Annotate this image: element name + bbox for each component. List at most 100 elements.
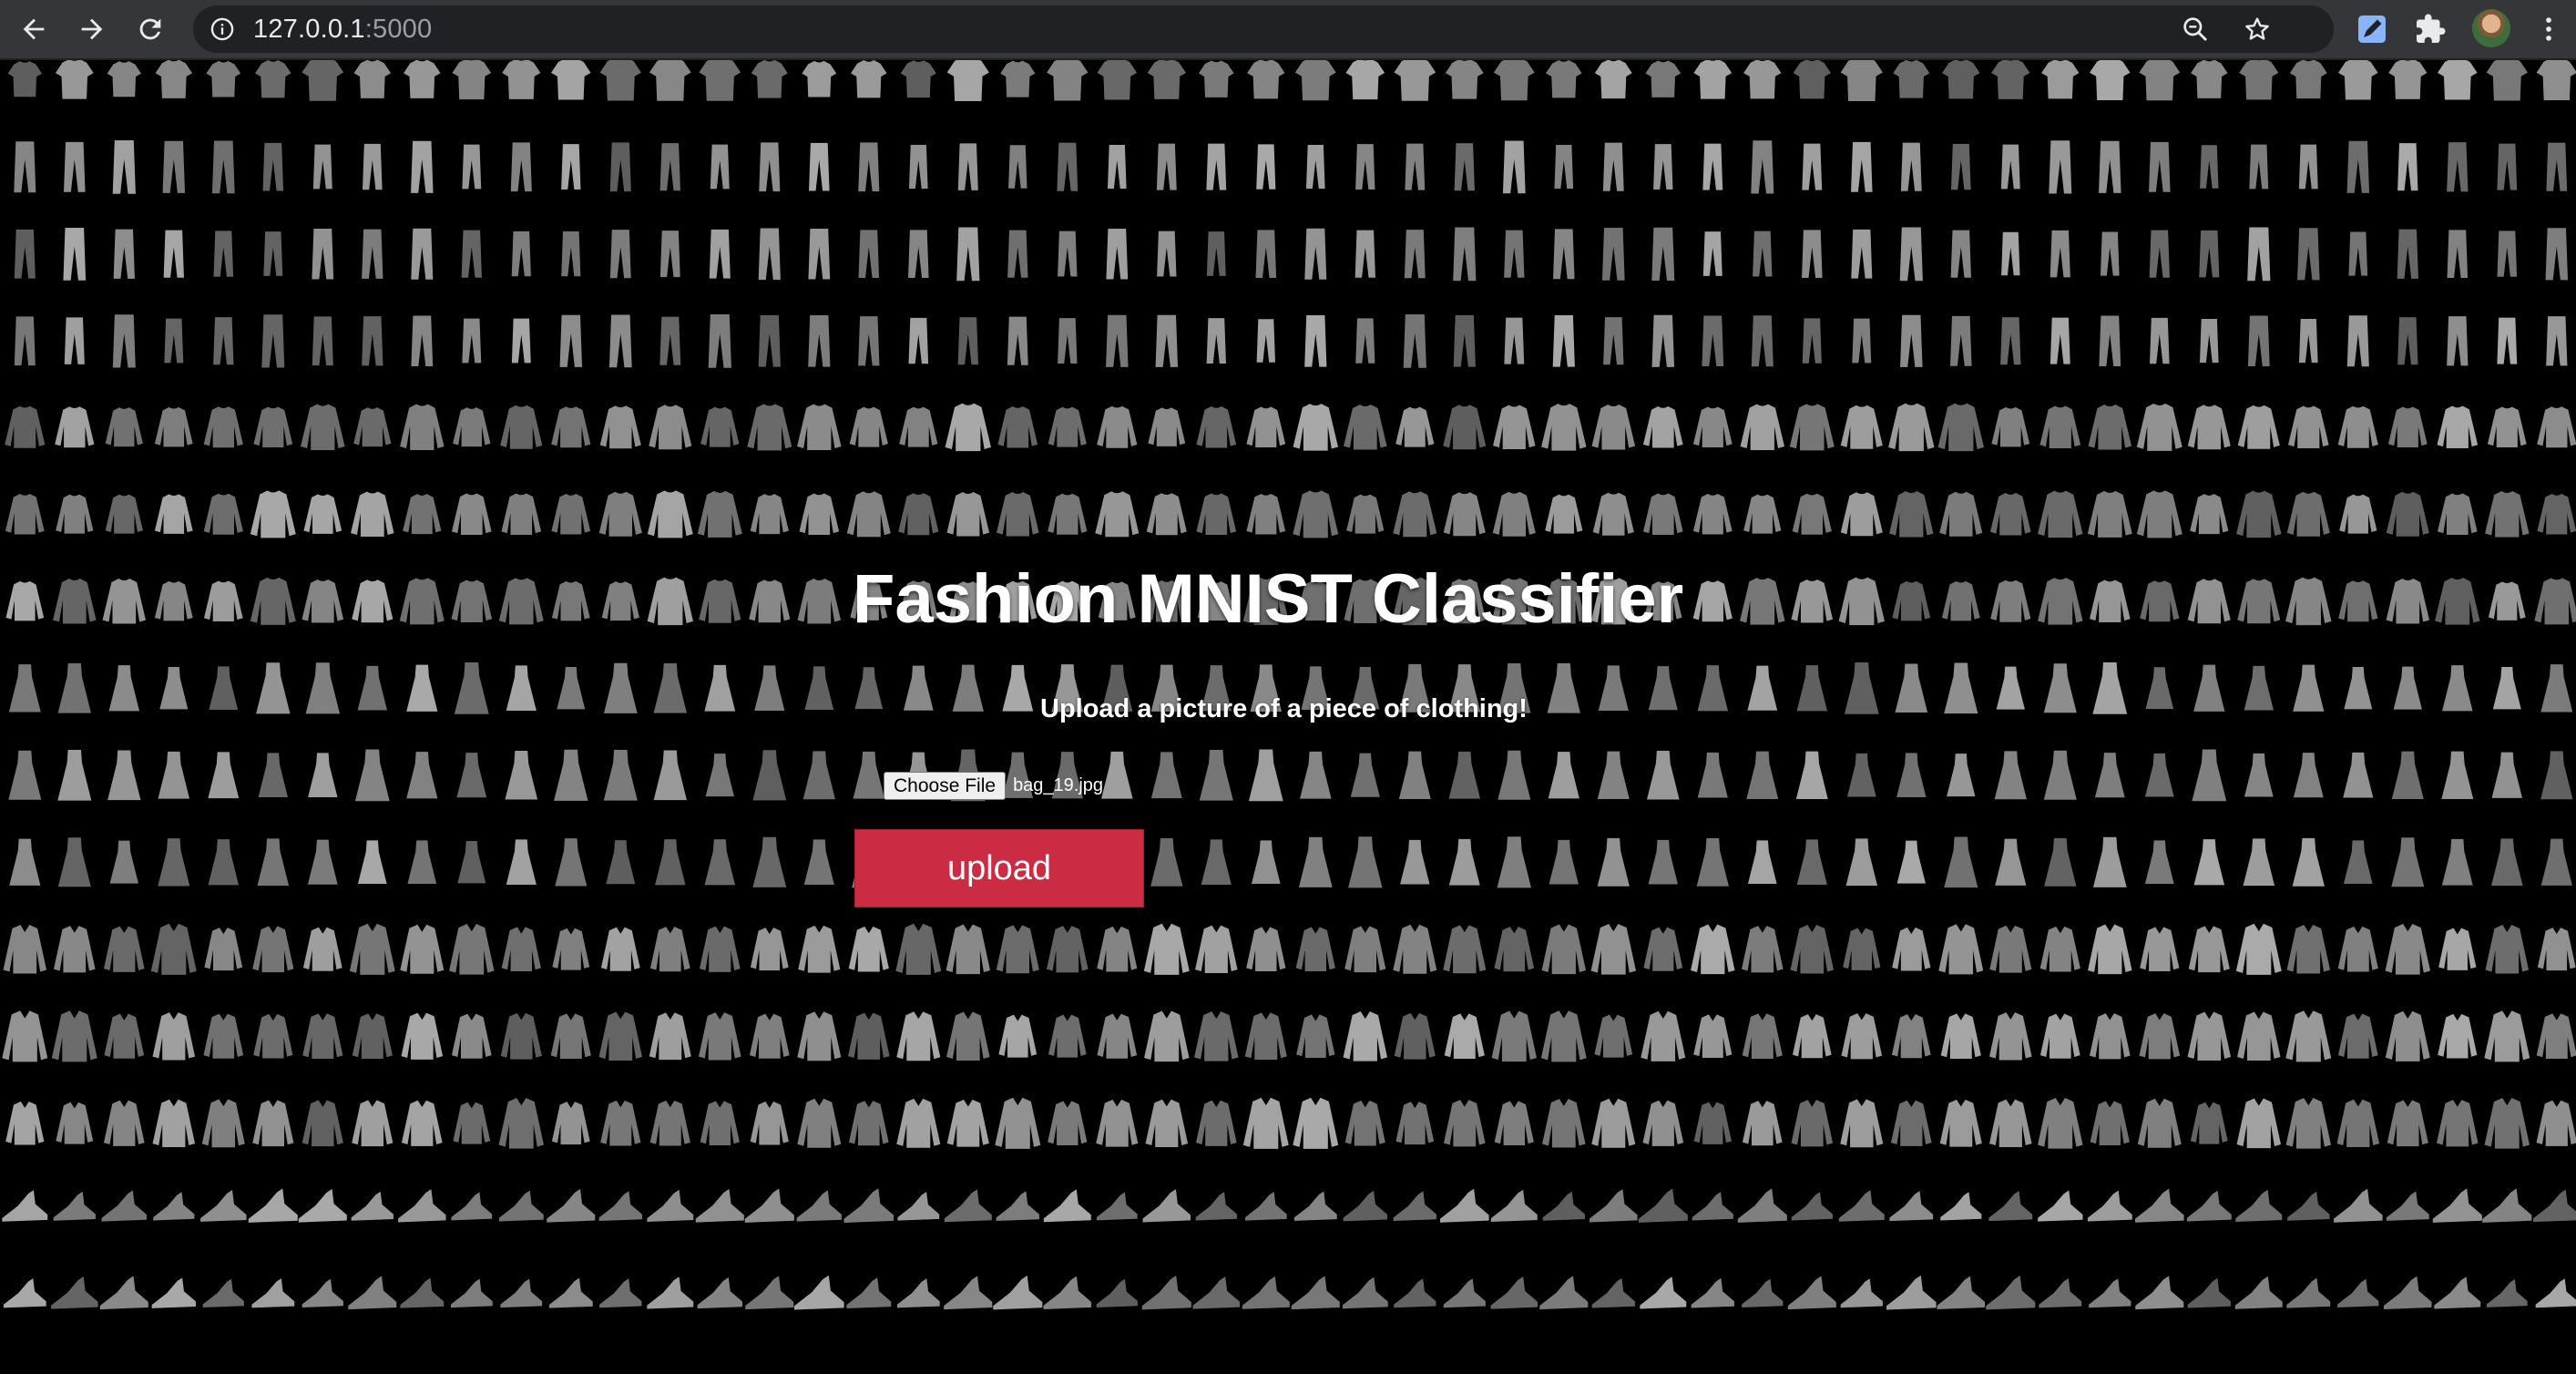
background-clothing-item [5,405,46,448]
background-clothing-item [2285,577,2332,626]
background-clothing-item [2187,1277,2231,1308]
background-clothing-item [2140,580,2180,622]
background-clothing-item [2537,406,2576,448]
background-clothing-item [2536,1013,2576,1060]
background-clothing-item [1792,1014,1832,1059]
background-clothing-item [451,493,492,535]
extension-button[interactable] [2354,11,2390,47]
background-clothing-item [2486,1278,2528,1307]
menu-button[interactable] [2530,11,2567,47]
background-clothing-item [1802,318,1822,364]
background-clothing-item [109,840,138,884]
background-clothing-item [2191,60,2228,98]
background-clothing-item [797,404,842,451]
background-clothing-item [754,665,785,712]
reload-button[interactable] [129,8,171,50]
background-clothing-item [2149,230,2170,278]
background-clothing-item [2000,144,2020,190]
background-clothing-item [354,749,390,802]
background-clothing-item [548,1277,593,1308]
background-clothing-item [1891,1014,1931,1059]
background-clothing-item [2,1010,48,1062]
background-clothing-item [213,231,234,277]
background-clothing-item [1989,492,2031,536]
background-clothing-item [2397,143,2418,191]
background-clothing-item [213,317,234,365]
background-clothing-item [2485,925,2530,974]
background-clothing-item [2298,318,2318,364]
background-clothing-item [56,494,94,534]
background-clothing-item [704,839,736,886]
background-clothing-item [1893,60,1930,98]
background-clothing-item [105,494,143,534]
background-clothing-item [2488,581,2526,620]
background-clothing-item [749,579,791,623]
forward-button[interactable] [71,8,113,50]
background-clothing-item [2050,230,2070,278]
background-clothing-item [2092,836,2127,887]
background-clothing-item [2434,1277,2481,1309]
background-clothing-item [457,840,486,884]
info-icon[interactable] [210,16,235,42]
background-clothing-item [2441,751,2474,799]
background-clothing-item [1753,231,1773,277]
background-clothing-item [2447,316,2469,366]
zoom-icon[interactable] [2181,15,2210,44]
upload-button[interactable]: upload [854,829,1144,907]
background-clothing-item [695,1188,744,1223]
background-clothing-item [353,60,392,98]
background-clothing-item [1743,60,1782,99]
background-clothing-item [302,579,344,623]
background-clothing-item [2039,405,2081,448]
background-clothing-item [511,318,531,364]
background-clothing-item [2289,60,2327,99]
background-clothing-item [154,580,193,621]
choose-file-button[interactable]: Choose File [884,771,1007,800]
background-clothing-item [608,314,632,368]
background-clothing-item [710,144,730,190]
background-clothing-item [2484,1010,2530,1062]
background-clothing-item [1991,406,2030,447]
background-clothing-item [252,1100,294,1147]
background-clothing-item [2,1190,48,1222]
background-clothing-item [1746,751,1779,799]
avatar[interactable] [2472,9,2510,47]
background-clothing-item [2535,1278,2576,1308]
address-bar[interactable]: 127.0.0.1:5000 [193,5,2334,53]
extension-pen-icon [2358,15,2386,43]
background-clothing-item [752,750,787,801]
background-clothing-item [2041,60,2080,99]
background-clothing-item [2292,837,2325,887]
star-icon[interactable] [2243,15,2272,44]
background-clothing-item [2247,315,2270,366]
page-title: Fashion MNIST Classifier [853,560,1684,638]
extensions-button[interactable] [2412,11,2448,47]
background-clothing-item [1840,1099,1884,1148]
background-clothing-item [203,406,243,448]
background-clothing-item [1742,926,1784,973]
background-clothing-item [2334,1188,2383,1223]
background-clothing-item [453,407,491,447]
background-clothing-item [606,840,636,885]
background-clothing-item [649,927,690,972]
background-clothing-item [2286,925,2331,974]
background-clothing-item [506,665,537,712]
background-clothing-item [2043,663,2077,713]
background-clothing-item [2537,493,2576,535]
url-text[interactable]: 127.0.0.1:5000 [253,15,432,44]
background-clothing-item [253,406,293,447]
back-button[interactable] [13,8,55,50]
url-port: :5000 [364,15,433,44]
background-clothing-item [451,579,493,622]
background-clothing-item [659,316,681,365]
background-clothing-item [257,838,290,887]
background-clothing-item [2136,490,2182,538]
background-clothing-item [2546,142,2568,191]
file-input[interactable]: Choose File bag_19.jpg [884,771,1103,800]
background-clothing-item [411,140,434,193]
background-clothing-item [2139,1013,2181,1060]
background-clothing-item [351,491,394,538]
background-clothing-item [498,1190,544,1222]
background-clothing-item [796,1190,842,1222]
background-clothing-item [705,754,734,797]
